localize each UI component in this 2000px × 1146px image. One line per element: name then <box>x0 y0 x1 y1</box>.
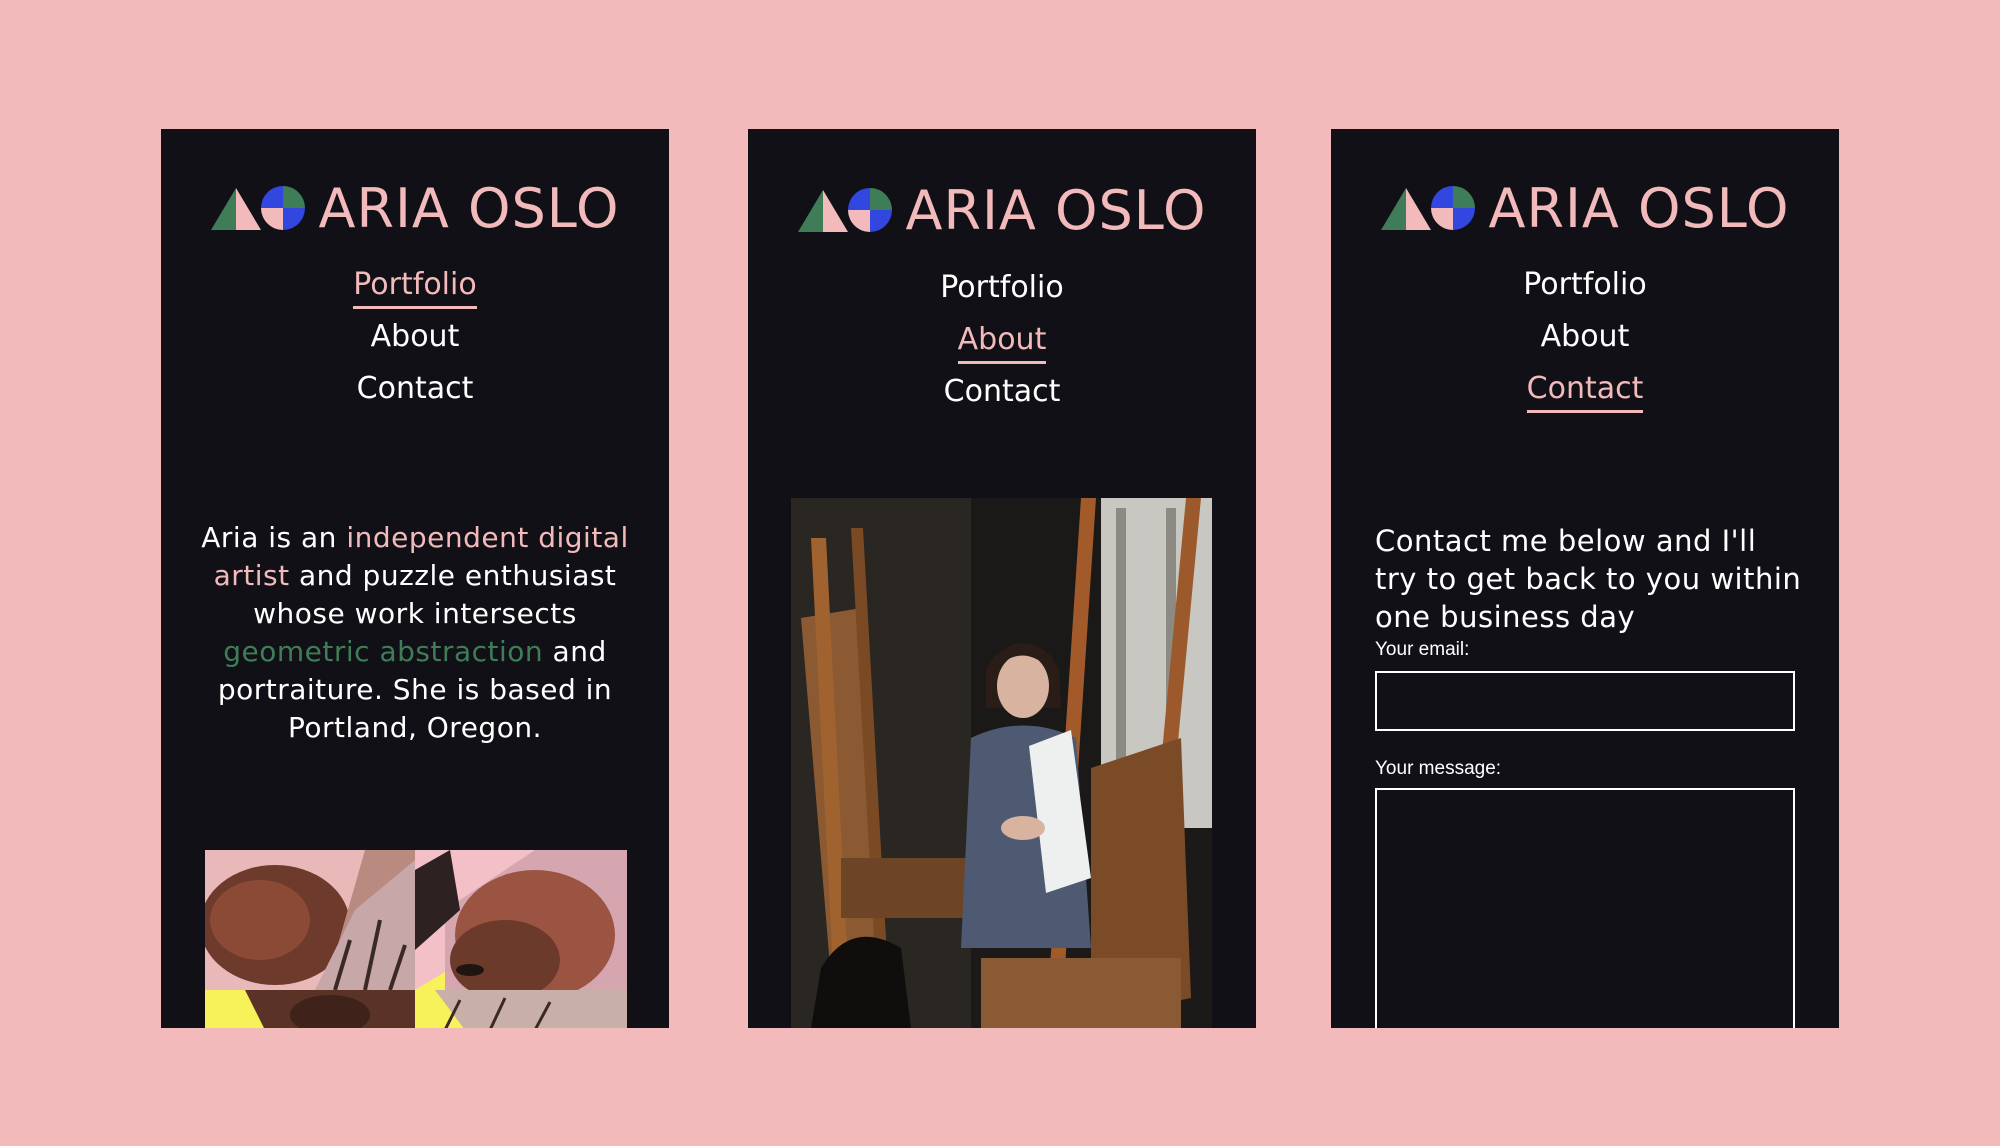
contact-intro: Contact me below and I'll try to get bac… <box>1375 524 1802 634</box>
nav-about[interactable]: About <box>1541 311 1630 363</box>
site-header: ARIA OSLO <box>748 175 1256 245</box>
phone-screen-portfolio: ARIA OSLO Portfolio About Contact Aria i… <box>161 129 669 1028</box>
artist-bio: Aria is an independent digital artist an… <box>201 519 629 747</box>
message-field[interactable] <box>1375 788 1795 1028</box>
site-title[interactable]: ARIA OSLO <box>319 177 620 240</box>
message-label: Your message: <box>1375 758 1502 779</box>
bio-highlight-geometric-abstraction: geometric abstraction <box>223 635 544 668</box>
email-field[interactable] <box>1375 671 1795 731</box>
site-header: ARIA OSLO <box>1331 173 1839 243</box>
artist-in-studio-photo <box>791 498 1212 1028</box>
triangle-circle-logo-icon[interactable] <box>1380 184 1475 232</box>
nav-contact[interactable]: Contact <box>1526 363 1643 415</box>
bio-text-2: and puzzle enthusiast whose work interse… <box>253 559 617 630</box>
triangle-circle-logo-icon[interactable] <box>210 184 305 232</box>
main-nav: Portfolio About Contact <box>1331 259 1839 415</box>
nav-portfolio[interactable]: Portfolio <box>1523 259 1646 311</box>
geometric-portrait-collage <box>205 850 627 1028</box>
nav-portfolio[interactable]: Portfolio <box>940 262 1063 314</box>
nav-contact[interactable]: Contact <box>357 363 474 415</box>
nav-portfolio[interactable]: Portfolio <box>353 259 478 311</box>
phone-screen-about: ARIA OSLO Portfolio About Contact <box>748 129 1256 1028</box>
main-nav: Portfolio About Contact <box>161 259 669 415</box>
artist-portrait-photo <box>791 498 1212 1028</box>
nav-contact[interactable]: Contact <box>944 366 1061 418</box>
nav-about[interactable]: About <box>371 311 460 363</box>
nav-about[interactable]: About <box>957 314 1046 366</box>
site-title[interactable]: ARIA OSLO <box>906 179 1207 242</box>
triangle-circle-logo-icon[interactable] <box>797 186 892 234</box>
portfolio-collage-image[interactable] <box>205 850 627 1028</box>
main-nav: Portfolio About Contact <box>748 262 1256 418</box>
email-label: Your email: <box>1375 639 1470 660</box>
phone-screen-contact: ARIA OSLO Portfolio About Contact Contac… <box>1331 129 1839 1028</box>
site-header: ARIA OSLO <box>161 173 669 243</box>
bio-text-1: Aria is an <box>201 521 347 554</box>
site-title[interactable]: ARIA OSLO <box>1489 177 1790 240</box>
